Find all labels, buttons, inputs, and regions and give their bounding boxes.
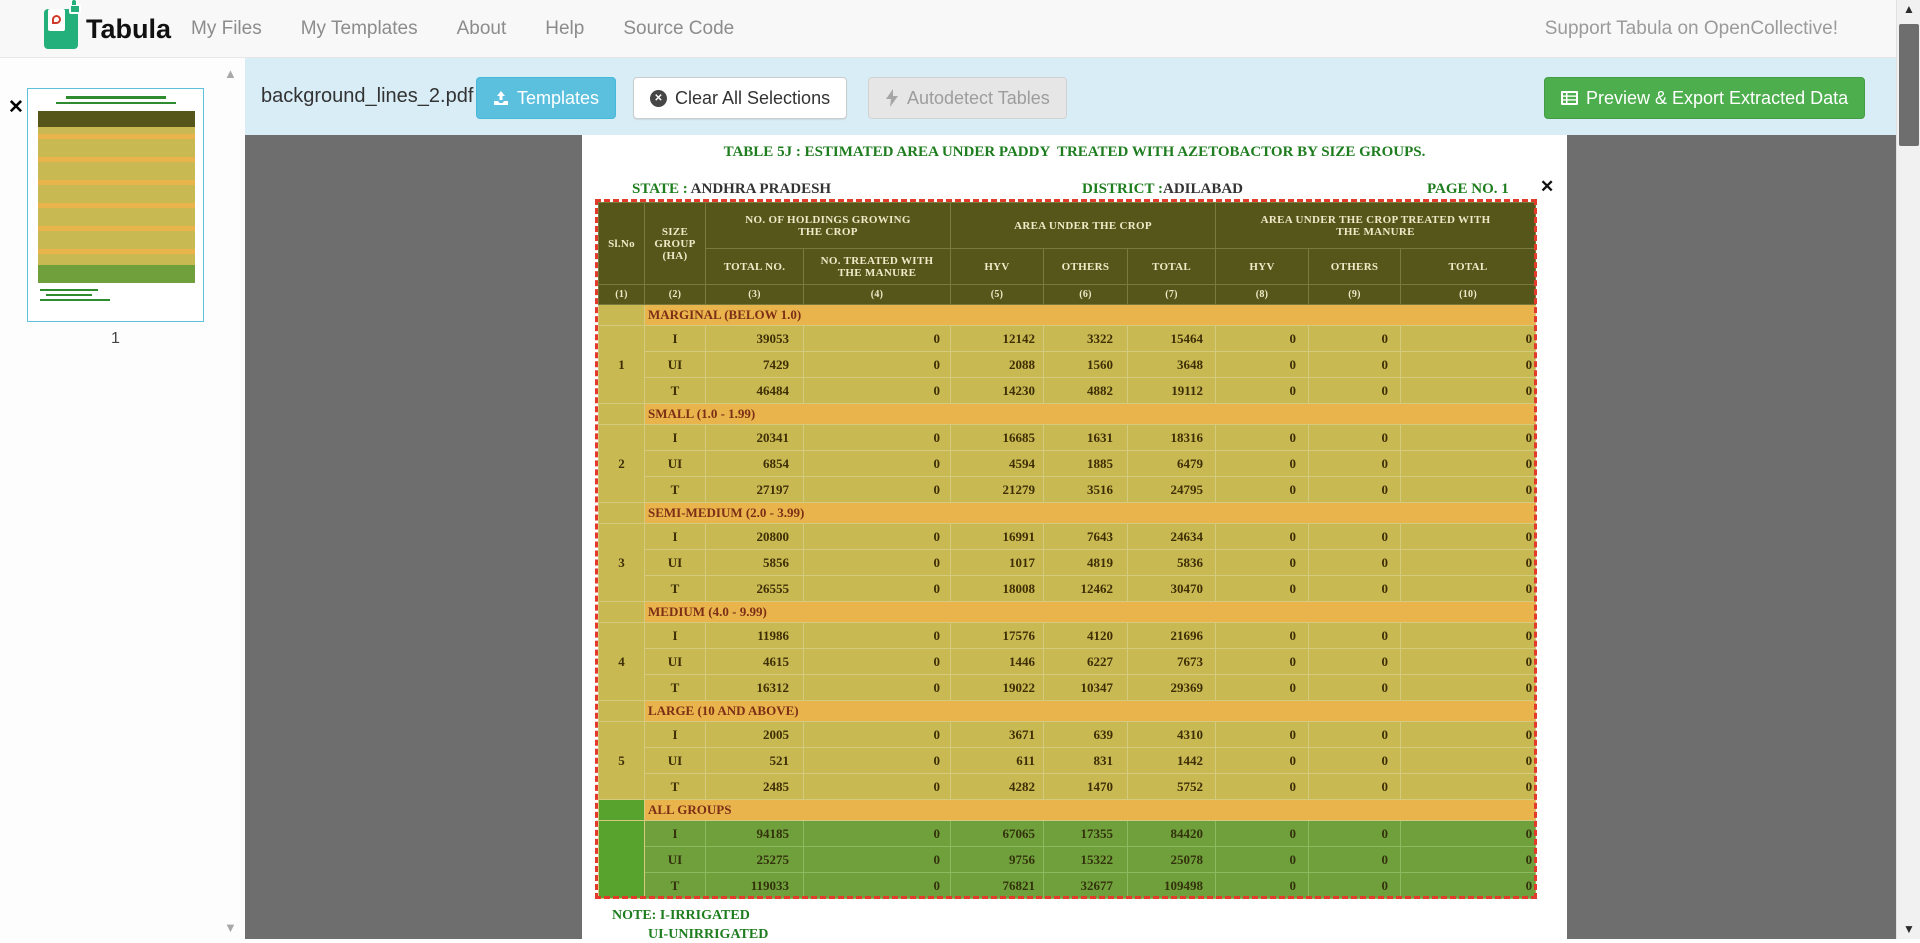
toolbar: background_lines_2.pdf Templates ✕ Clear… xyxy=(245,58,1896,135)
lock-icon xyxy=(69,4,81,14)
scrollbar-up-icon[interactable]: ▲ xyxy=(1897,2,1920,16)
vertical-scrollbar[interactable]: ▲ ▼ xyxy=(1896,0,1920,939)
templates-button[interactable]: Templates xyxy=(476,77,616,119)
lightning-icon xyxy=(885,89,899,107)
sidebar-scroll-down-icon[interactable]: ▼ xyxy=(224,920,237,935)
autodetect-tables-button[interactable]: Autodetect Tables xyxy=(868,77,1067,119)
thumb-title-line xyxy=(56,102,176,104)
thumb-note-line xyxy=(40,299,110,301)
page-no: PAGE NO. 1 xyxy=(1427,181,1509,198)
scrollbar-down-icon[interactable]: ▼ xyxy=(1897,922,1920,936)
preview-export-button[interactable]: Preview & Export Extracted Data xyxy=(1544,77,1865,119)
nav-item-source-code[interactable]: Source Code xyxy=(623,18,734,40)
thumb-table-header xyxy=(38,111,195,127)
support-link[interactable]: Support Tabula on OpenCollective! xyxy=(1545,18,1838,40)
tabula-app: Tabula My Files My Templates About Help … xyxy=(0,0,1920,939)
top-navbar: Tabula My Files My Templates About Help … xyxy=(0,0,1920,58)
thumbnail-page-number: 1 xyxy=(27,330,204,348)
table-list-icon xyxy=(1561,90,1578,106)
export-button-label: Preview & Export Extracted Data xyxy=(1586,88,1848,109)
district-line: DISTRICT :ADILABAD xyxy=(1082,181,1243,198)
clear-all-selections-button[interactable]: ✕ Clear All Selections xyxy=(633,77,847,119)
state-value: ANDHRA PRADESH xyxy=(691,181,831,197)
nav-item-about[interactable]: About xyxy=(457,18,507,40)
nav-links: My Files My Templates About Help Source … xyxy=(191,0,734,58)
templates-button-label: Templates xyxy=(517,88,599,109)
thumb-table xyxy=(38,111,195,283)
thumb-title-line xyxy=(66,96,166,99)
scrollbar-thumb[interactable] xyxy=(1899,24,1919,146)
note-line-2: UI-UNIRRIGATED xyxy=(648,927,768,943)
lock-shackle-icon xyxy=(70,0,78,5)
clear-button-label: Clear All Selections xyxy=(675,88,830,109)
note-line-1: NOTE: I-IRRIGATED xyxy=(612,908,750,924)
remove-circle-icon: ✕ xyxy=(650,90,667,107)
pdf-page[interactable]: TABLE 5J : ESTIMATED AREA UNDER PADDY TR… xyxy=(582,135,1567,939)
selection-box[interactable] xyxy=(595,199,1537,899)
thumb-note-line xyxy=(40,289,98,291)
page-thumbnail[interactable] xyxy=(27,88,204,322)
nav-item-my-files[interactable]: My Files xyxy=(191,18,262,40)
pdf-swirl-icon xyxy=(52,15,61,24)
remove-page-icon[interactable]: ✕ xyxy=(8,96,24,119)
nav-item-help[interactable]: Help xyxy=(545,18,584,40)
thumb-note-line xyxy=(46,294,92,296)
pdf-page-icon xyxy=(48,9,65,31)
state-line: STATE : ANDHRA PRADESH xyxy=(632,181,831,198)
save-icon xyxy=(493,90,509,106)
current-filename: background_lines_2.pdf xyxy=(261,85,473,108)
tabula-logo-icon xyxy=(44,9,78,49)
pdf-table-title: TABLE 5J : ESTIMATED AREA UNDER PADDY TR… xyxy=(582,144,1567,161)
state-label: STATE : xyxy=(632,181,688,197)
document-viewport: TABLE 5J : ESTIMATED AREA UNDER PADDY TR… xyxy=(245,135,1896,939)
district-label: DISTRICT : xyxy=(1082,181,1163,197)
district-value: ADILABAD xyxy=(1163,181,1243,197)
thumb-table-footer xyxy=(38,265,195,283)
sidebar-scroll-up-icon[interactable]: ▲ xyxy=(224,66,237,81)
brand-title: Tabula xyxy=(86,14,171,45)
nav-item-my-templates[interactable]: My Templates xyxy=(301,18,418,40)
selection-close-icon[interactable]: ✕ xyxy=(1540,177,1554,197)
thumbnail-sidebar: ▲ ✕ 1 ▼ xyxy=(0,58,245,939)
autodetect-button-label: Autodetect Tables xyxy=(907,88,1050,109)
